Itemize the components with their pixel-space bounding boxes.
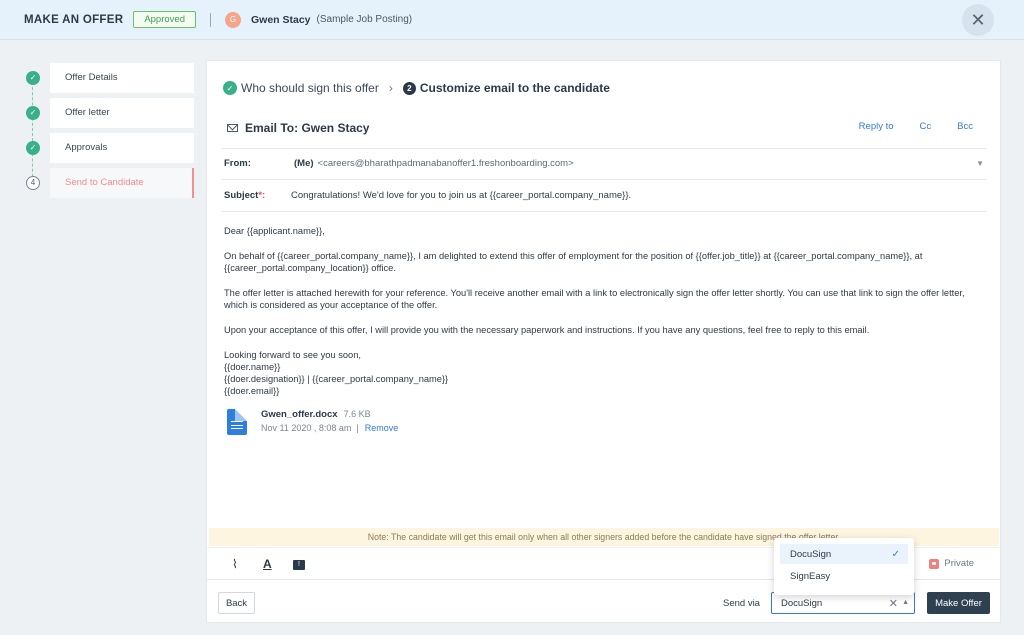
check-icon: ✓ [26,140,40,155]
send-via-value: DocuSign [781,597,823,609]
email-body[interactable]: Dear {{applicant.name}}, On behalf of {{… [224,225,984,397]
paragraph: Upon your acceptance of this offer, I wi… [224,325,870,335]
clear-icon[interactable]: ✕ [889,597,898,610]
breadcrumb: ✓ Who should sign this offer › 2 Customi… [223,81,610,95]
close-button[interactable]: ✕ [962,4,994,36]
step-approvals[interactable]: ✓ Approvals [20,130,200,165]
attachment-size: 7.6 KB [343,409,371,419]
close-icon: ✕ [970,9,986,30]
check-icon: ✓ [26,105,40,120]
divider [222,148,986,149]
step-label: Offer Details [50,62,194,93]
subject-field[interactable]: Subject*: Congratulations! We'd love for… [224,190,631,201]
private-label: Private [944,558,974,569]
from-label: From: [224,158,251,169]
breadcrumb-step-customize: Customize email to the candidate [419,81,610,95]
attachment-meta: Nov 11 2020 , 8:08 am | Remove [261,423,399,433]
check-icon: ✓ [223,81,237,95]
signature: Looking forward to see you soon, {{doer.… [224,350,449,396]
step-label: Send to Candidate [50,167,194,198]
paragraph: On behalf of {{career_portal.company_nam… [224,251,923,273]
top-header: MAKE AN OFFER Approved G Gwen Stacy (Sam… [0,0,1024,40]
from-field[interactable]: From: (Me) <careers@bharathpadmanabanoff… [224,158,984,169]
remove-attachment-link[interactable]: Remove [365,423,399,433]
checkmark-icon: ✓ [891,548,900,560]
from-me: (Me) [294,158,314,169]
bcc-link[interactable]: Bcc [957,121,973,132]
text-format-icon[interactable]: A [263,557,272,571]
breadcrumb-step-signers[interactable]: Who should sign this offer [241,81,379,95]
envelope-icon [227,124,238,132]
send-via-select[interactable]: DocuSign ✕ ▲ [771,592,915,614]
greeting: Dear {{applicant.name}}, [224,226,325,236]
step-number: 4 [26,175,40,190]
reply-to-link[interactable]: Reply to [859,121,894,132]
attachment-name[interactable]: Gwen_offer.docx 7.6 KB [261,409,398,420]
step-send-to-candidate[interactable]: 4 Send to Candidate [20,165,200,200]
from-address: <careers@bharathpadmanabanoffer1.freshon… [317,158,574,169]
header-divider [209,12,211,27]
subject-label: Subject*: [224,190,266,201]
step-number-badge: 2 [402,81,416,95]
caret-down-icon[interactable]: ▼ [976,159,984,168]
divider [222,179,986,180]
make-offer-button[interactable]: Make Offer [927,592,990,614]
paperclip-icon[interactable]: ⌇ [232,557,238,571]
divider [222,211,986,212]
job-posting: (Sample Job Posting) [316,14,413,25]
recipient-links: Reply to Cc Bcc [833,121,973,132]
dropdown-option-docusign[interactable]: DocuSign ✓ [780,544,908,564]
document-icon [227,409,247,435]
private-toggle[interactable]: Private [929,558,974,569]
step-offer-letter[interactable]: ✓ Offer letter [20,95,200,130]
lock-icon [929,558,940,569]
back-button[interactable]: Back [218,592,255,614]
caret-up-icon[interactable]: ▲ [902,599,909,606]
email-to-label: Email To: Gwen Stacy [245,121,370,135]
step-label: Approvals [50,132,194,163]
status-badge: Approved [133,11,196,28]
candidate-name: Gwen Stacy [250,13,311,26]
email-to-heading: Email To: Gwen Stacy [227,121,369,135]
step-offer-details[interactable]: ✓ Offer Details [20,60,200,95]
paragraph: The offer letter is attached herewith fo… [224,288,965,310]
cc-link[interactable]: Cc [920,121,932,132]
chevron-right-icon: › [388,81,393,95]
attachment: Gwen_offer.docx 7.6 KB Nov 11 2020 , 8:08… [227,409,398,435]
dropdown-option-signeasy[interactable]: SignEasy [780,566,908,586]
page-title: MAKE AN OFFER [24,13,124,26]
send-via-dropdown: DocuSign ✓ SignEasy [774,538,914,595]
step-label: Offer letter [50,97,194,128]
check-icon: ✓ [26,70,40,85]
send-via-label: Send via [723,598,760,609]
avatar: G [224,11,241,28]
comment-icon[interactable]: ! [293,560,305,570]
subject-input[interactable]: Congratulations! We'd love for you to jo… [291,190,631,201]
